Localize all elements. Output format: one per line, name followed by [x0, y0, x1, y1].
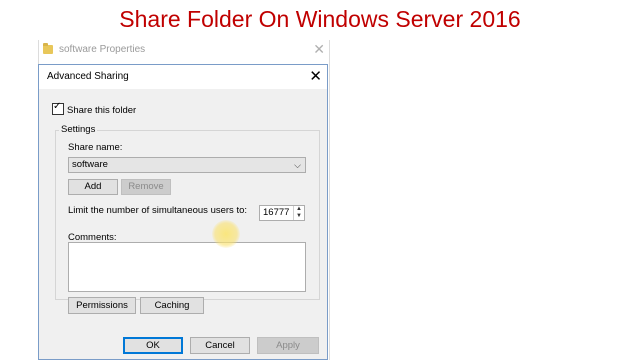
remove-button[interactable]: Remove	[121, 179, 171, 195]
permissions-button[interactable]: Permissions	[68, 297, 136, 314]
spin-down-icon[interactable]: ▼	[295, 213, 303, 220]
cursor-highlight	[212, 220, 240, 248]
apply-button[interactable]: Apply	[257, 337, 319, 354]
spin-up-icon[interactable]: ▲	[295, 206, 303, 213]
folder-icon	[43, 43, 53, 54]
advanced-sharing-dialog: Advanced Sharing ✕ Share this folder Set…	[38, 64, 328, 360]
close-icon[interactable]: ✕	[313, 41, 325, 58]
close-icon[interactable]: ✕	[309, 67, 322, 85]
add-button[interactable]: Add	[68, 179, 118, 195]
share-folder-label: Share this folder	[67, 105, 137, 116]
properties-title: software Properties	[59, 44, 146, 55]
share-folder-checkbox[interactable]: Share this folder	[52, 101, 137, 116]
share-name-value: software	[72, 159, 108, 170]
ok-button[interactable]: OK	[123, 337, 183, 354]
settings-group-label: Settings	[59, 124, 98, 135]
user-limit-value: 16777	[263, 207, 290, 218]
dialog-titlebar: Advanced Sharing ✕	[39, 65, 327, 89]
share-name-select[interactable]: software ⌵	[68, 157, 306, 173]
dialog-title: Advanced Sharing	[47, 71, 129, 82]
share-name-label: Share name:	[68, 142, 123, 153]
checkbox-checked-icon[interactable]	[52, 101, 64, 115]
stepper-arrows: ▲ ▼	[293, 206, 304, 220]
cancel-button[interactable]: Cancel	[190, 337, 250, 354]
limit-users-label: Limit the number of simultaneous users t…	[68, 205, 248, 216]
properties-titlebar: software Properties ✕	[39, 40, 329, 62]
chevron-down-icon[interactable]: ⌵	[294, 158, 301, 172]
page-title: Share Folder On Windows Server 2016	[119, 6, 521, 32]
comments-field[interactable]	[68, 242, 306, 292]
user-limit-stepper[interactable]: 16777 ▲ ▼	[259, 205, 305, 221]
caching-button[interactable]: Caching	[140, 297, 204, 314]
